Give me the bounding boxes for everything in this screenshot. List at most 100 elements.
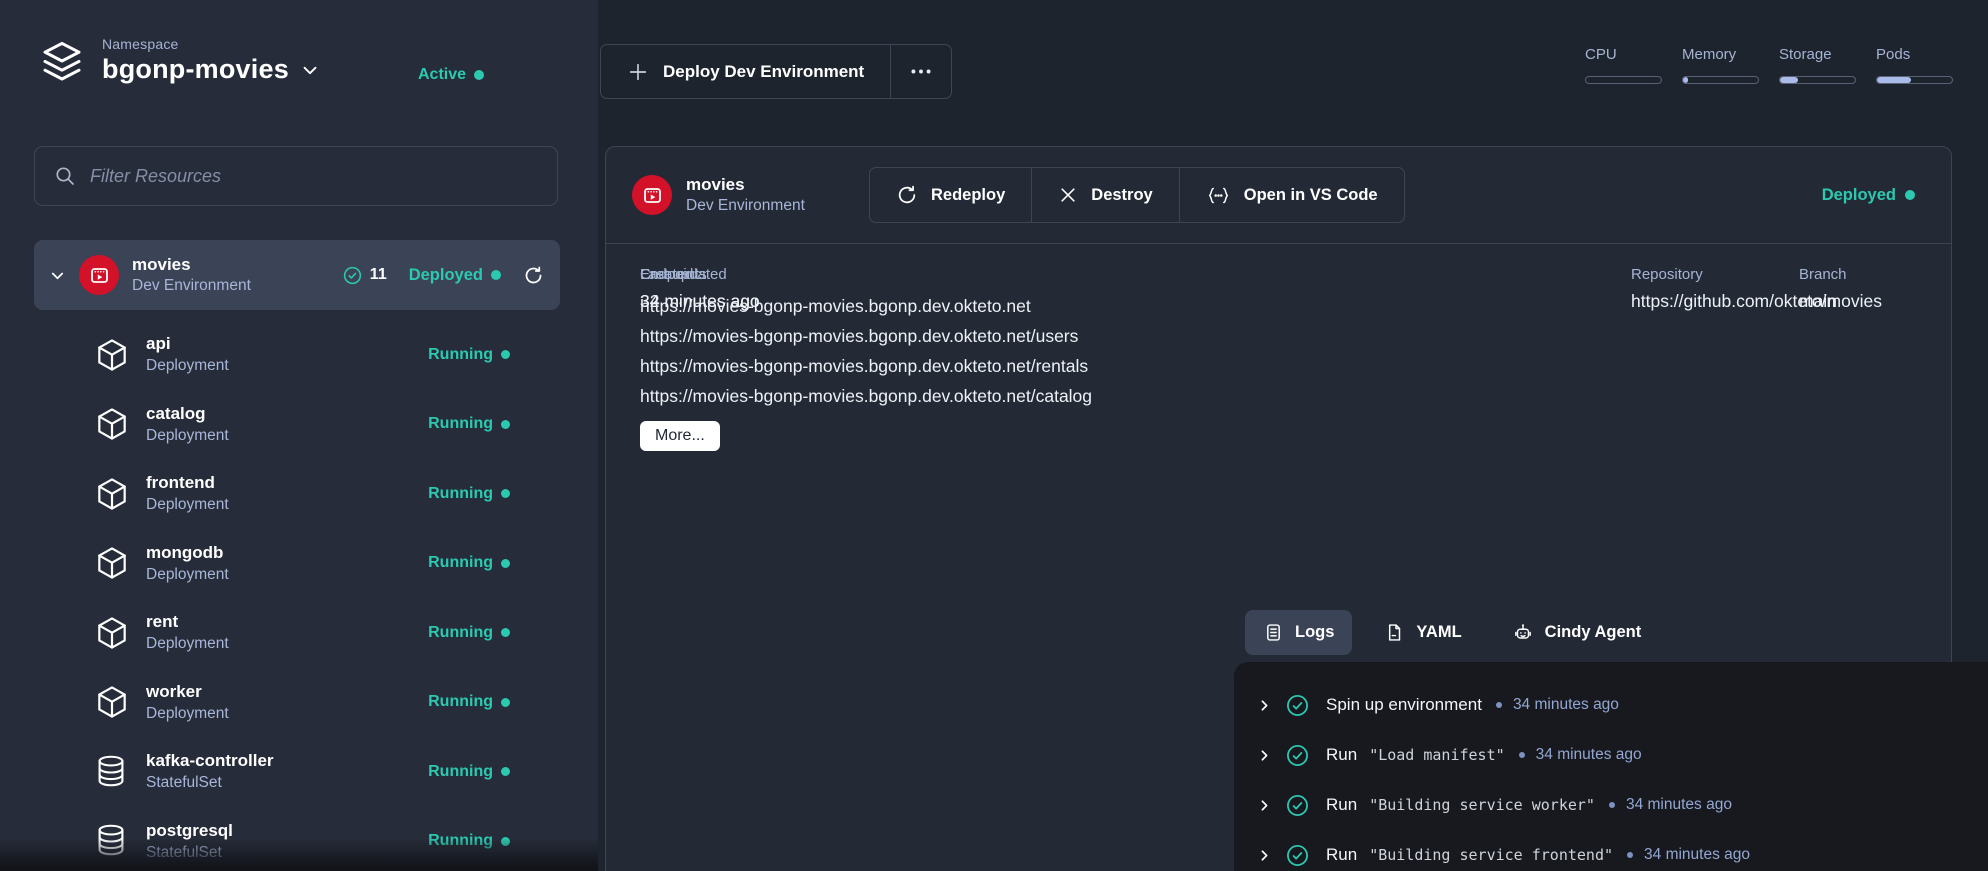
bullet-dot	[1627, 852, 1633, 858]
metric-progress-bar	[1779, 76, 1856, 84]
search-input[interactable]	[90, 166, 539, 187]
log-command: "Building service worker"	[1369, 796, 1595, 814]
metric-label: Memory	[1682, 46, 1759, 63]
resource-list-item[interactable]: api Deployment Running	[0, 320, 598, 390]
yaml-file-icon	[1384, 622, 1405, 643]
logs-icon	[1263, 622, 1284, 643]
namespace-stack-icon	[38, 37, 86, 85]
resource-list-item[interactable]: kafka-controller StatefulSet Running	[0, 737, 598, 807]
more-endpoints-button[interactable]: More...	[640, 421, 720, 451]
cube-icon	[93, 336, 131, 374]
resource-name: rent	[146, 611, 229, 633]
action-button[interactable]: Open in VS Code	[1180, 168, 1404, 222]
resource-list-item[interactable]: rent Deployment Running	[0, 598, 598, 668]
metadata-value: 32 minutes ago	[640, 291, 760, 312]
resource-status-badge: Running	[428, 693, 510, 711]
resource-metrics: CPU Memory Storage Pods	[1585, 46, 1953, 84]
log-entry: Spin up environment 34 minutes ago	[1256, 680, 1988, 730]
endpoint-link[interactable]: https://movies-bgonp-movies.bgonp.dev.ok…	[640, 321, 1951, 351]
log-command: "Building service frontend"	[1369, 846, 1613, 864]
resource-list-item[interactable]: worker Deployment Running	[0, 668, 598, 738]
bullet-dot	[1609, 802, 1615, 808]
resource-list-item[interactable]: mongodb Deployment Running	[0, 529, 598, 599]
deploy-button-group: Deploy Dev Environment	[600, 44, 952, 99]
resource-count-badge: 11	[342, 265, 387, 286]
metric: CPU	[1585, 46, 1662, 84]
environment-kind: Dev Environment	[132, 276, 251, 295]
metadata-column: Last updated 32 minutes ago	[640, 266, 760, 312]
log-timestamp: 34 minutes ago	[1513, 696, 1619, 714]
deploy-overflow-menu-button[interactable]	[891, 45, 951, 98]
status-dot	[501, 628, 510, 637]
resource-name: api	[146, 333, 229, 355]
resource-name: catalog	[146, 403, 229, 425]
sidebar-item-movies-environment[interactable]: movies Dev Environment 11 Deployed	[34, 240, 560, 310]
metric-progress-bar	[1682, 76, 1759, 84]
resource-list-item[interactable]: frontend Deployment Running	[0, 459, 598, 529]
status-dot	[501, 698, 510, 707]
expand-chevron-icon[interactable]	[1256, 847, 1273, 864]
cube-icon	[93, 405, 131, 443]
resource-kind: Deployment	[146, 634, 229, 654]
deployed-status-badge: Deployed	[1822, 186, 1915, 205]
deploy-dev-environment-button[interactable]: Deploy Dev Environment	[601, 45, 890, 98]
environment-detail-header: movies Dev Environment Redeploy	[606, 147, 1951, 244]
refresh-icon[interactable]	[523, 265, 544, 286]
expand-chevron-icon[interactable]	[1256, 797, 1273, 814]
endpoint-link[interactable]: https://movies-bgonp-movies.bgonp.dev.ok…	[640, 351, 1951, 381]
endpoint-link[interactable]: https://movies-bgonp-movies.bgonp.dev.ok…	[640, 381, 1951, 411]
environment-name: movies	[132, 254, 251, 275]
success-check-icon	[1285, 743, 1310, 768]
status-dot	[1905, 190, 1915, 200]
namespace-block[interactable]: Namespace bgonp-movies	[38, 36, 321, 85]
resource-status-badge: Running	[428, 415, 510, 433]
metadata-label: Last updated	[640, 266, 760, 283]
status-dot	[501, 420, 510, 429]
log-title: Run	[1326, 795, 1357, 815]
action-button[interactable]: Redeploy	[870, 168, 1031, 222]
resource-kind: Deployment	[146, 356, 229, 376]
log-entry: Run "Load manifest" 34 minutes ago	[1256, 730, 1988, 780]
log-title: Run	[1326, 845, 1357, 865]
resource-list-item[interactable]: catalog Deployment Running	[0, 390, 598, 460]
cube-icon	[93, 475, 131, 513]
tab[interactable]: Logs	[1245, 610, 1352, 655]
tab[interactable]: Cindy Agent	[1494, 609, 1660, 655]
movies-app-icon	[79, 255, 119, 295]
resource-status-badge: Running	[428, 554, 510, 572]
action-button[interactable]: Destroy	[1032, 168, 1178, 222]
sidebar-bottom-fade	[0, 838, 598, 871]
expand-chevron-icon[interactable]	[1256, 747, 1273, 764]
resource-kind: Deployment	[146, 565, 229, 585]
metric-progress-fill	[1877, 77, 1911, 83]
environment-detail-card: movies Dev Environment Redeploy	[605, 146, 1952, 871]
resource-name: mongodb	[146, 542, 229, 564]
resource-kind: Deployment	[146, 704, 229, 724]
bullet-dot	[1496, 702, 1502, 708]
database-icon	[93, 753, 131, 791]
metric-label: Storage	[1779, 46, 1856, 63]
bullet-dot	[1519, 752, 1525, 758]
resource-kind: Deployment	[146, 495, 229, 515]
expand-chevron-icon[interactable]	[1256, 697, 1273, 714]
namespace-name: bgonp-movies	[102, 54, 289, 85]
detail-environment-name: movies	[686, 174, 805, 195]
plus-icon	[627, 61, 649, 83]
environment-status-badge: Deployed	[409, 266, 501, 285]
chevron-down-icon[interactable]	[299, 59, 321, 81]
collapse-chevron-icon[interactable]	[48, 266, 67, 285]
namespace-label: Namespace	[102, 36, 321, 52]
tab[interactable]: YAML	[1366, 610, 1479, 655]
metric: Memory	[1682, 46, 1759, 84]
resource-kind: Deployment	[146, 426, 229, 446]
log-title: Spin up environment	[1326, 695, 1482, 715]
resource-name: frontend	[146, 472, 229, 494]
filter-resources-box	[34, 146, 558, 206]
search-icon	[53, 164, 77, 188]
metric-progress-bar	[1585, 76, 1662, 84]
log-command: "Load manifest"	[1369, 746, 1504, 764]
log-timestamp: 34 minutes ago	[1644, 846, 1750, 864]
resource-name: worker	[146, 681, 229, 703]
redeploy-icon	[896, 184, 918, 206]
detail-environment-kind: Dev Environment	[686, 196, 805, 215]
